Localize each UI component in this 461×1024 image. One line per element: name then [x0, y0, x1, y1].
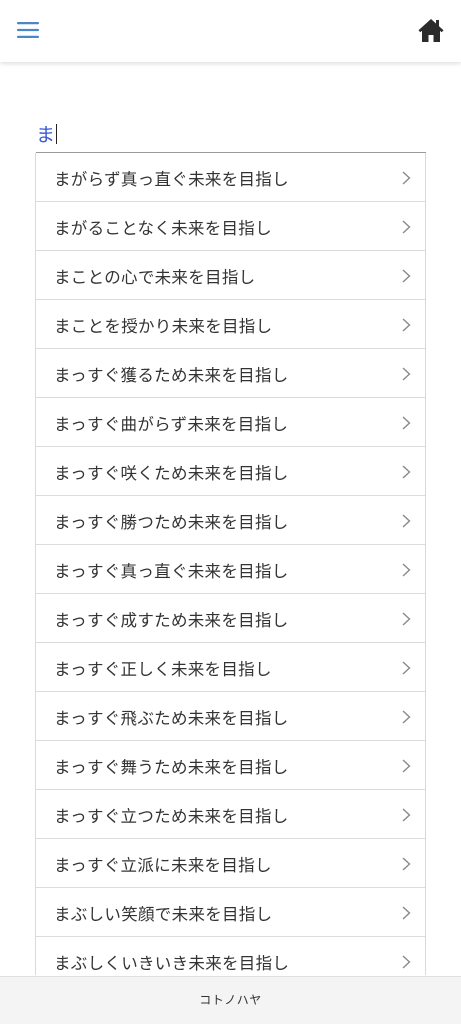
- suggestion-item[interactable]: まことを授かり未来を目指し: [36, 300, 425, 349]
- search-input[interactable]: ま: [36, 118, 426, 153]
- suggestion-label: まっすぐ咲くため未来を目指し: [54, 464, 289, 483]
- suggestion-label: まことを授かり未来を目指し: [54, 317, 273, 336]
- suggestion-item[interactable]: まっすぐ立つため未来を目指し: [36, 790, 425, 839]
- chevron-right-icon: [402, 415, 411, 430]
- chevron-right-icon: [402, 709, 411, 724]
- suggestion-item[interactable]: まっすぐ獲るため未来を目指し: [36, 349, 425, 398]
- suggestion-item[interactable]: まっすぐ咲くため未来を目指し: [36, 447, 425, 496]
- suggestion-label: まっすぐ獲るため未来を目指し: [54, 366, 289, 385]
- suggestion-item[interactable]: まっすぐ舞うため未来を目指し: [36, 741, 425, 790]
- suggestion-item[interactable]: まっすぐ真っ直ぐ未来を目指し: [36, 545, 425, 594]
- suggestion-label: まっすぐ立派に未来を目指し: [54, 856, 272, 875]
- chevron-right-icon: [402, 562, 411, 577]
- footer: コトノハヤ: [0, 976, 461, 1024]
- suggestion-item[interactable]: まっすぐ正しく未来を目指し: [36, 643, 425, 692]
- suggestion-item[interactable]: まっすぐ曲がらず未来を目指し: [36, 398, 425, 447]
- chevron-right-icon: [402, 317, 411, 332]
- chevron-right-icon: [402, 219, 411, 234]
- chevron-right-icon: [402, 513, 411, 528]
- suggestion-item[interactable]: まぶしい笑顔で未来を目指し: [36, 888, 425, 937]
- chevron-right-icon: [402, 856, 411, 871]
- chevron-right-icon: [402, 366, 411, 381]
- text-cursor: [56, 124, 58, 144]
- chevron-right-icon: [402, 758, 411, 773]
- suggestion-label: まっすぐ正しく未来を目指し: [54, 660, 272, 679]
- chevron-right-icon: [402, 905, 411, 920]
- top-app-bar: [0, 0, 461, 62]
- chevron-right-icon: [402, 954, 411, 969]
- suggestion-item[interactable]: まっすぐ勝つため未来を目指し: [36, 496, 425, 545]
- suggestion-item[interactable]: まがることなく未来を目指し: [36, 202, 425, 251]
- suggestion-label: まっすぐ曲がらず未来を目指し: [54, 415, 289, 434]
- hamburger-menu-icon[interactable]: [16, 18, 40, 42]
- chevron-right-icon: [402, 268, 411, 283]
- suggestion-label: まぶしい笑顔で未来を目指し: [54, 905, 273, 924]
- suggestion-label: まっすぐ飛ぶため未来を目指し: [54, 709, 289, 728]
- suggestion-item[interactable]: まがらず真っ直ぐ未来を目指し: [36, 153, 425, 202]
- chevron-right-icon: [402, 464, 411, 479]
- suggestion-label: まっすぐ真っ直ぐ未来を目指し: [54, 562, 289, 581]
- suggestion-label: まっすぐ立つため未来を目指し: [54, 807, 289, 826]
- suggestion-item[interactable]: まっすぐ成すため未来を目指し: [36, 594, 425, 643]
- chevron-right-icon: [402, 807, 411, 822]
- suggestion-item[interactable]: まことの心で未来を目指し: [36, 251, 425, 300]
- home-icon[interactable]: [417, 16, 445, 44]
- suggestion-item[interactable]: まっすぐ飛ぶため未来を目指し: [36, 692, 425, 741]
- suggestion-label: まっすぐ勝つため未来を目指し: [54, 513, 289, 532]
- chevron-right-icon: [402, 170, 411, 185]
- chevron-right-icon: [402, 660, 411, 675]
- suggestion-label: まっすぐ成すため未来を目指し: [54, 611, 289, 630]
- suggestion-label: まがらず真っ直ぐ未来を目指し: [54, 170, 289, 189]
- suggestion-label: まことの心で未来を目指し: [54, 268, 256, 287]
- footer-brand-text: コトノハヤ: [199, 993, 262, 1007]
- suggestion-label: まぶしくいきいき未来を目指し: [54, 954, 290, 973]
- suggestion-item[interactable]: まぶしくいきいき未来を目指し: [36, 937, 425, 975]
- chevron-right-icon: [402, 611, 411, 626]
- suggestion-item[interactable]: まっすぐ立派に未来を目指し: [36, 839, 425, 888]
- suggestion-label: まっすぐ舞うため未来を目指し: [54, 758, 289, 777]
- suggestion-label: まがることなく未来を目指し: [54, 219, 272, 238]
- suggestion-list: まがらず真っ直ぐ未来を目指し まがることなく未来を目指し まことの心で未来を目指しま…: [35, 153, 426, 975]
- search-input-value[interactable]: ま: [36, 122, 58, 148]
